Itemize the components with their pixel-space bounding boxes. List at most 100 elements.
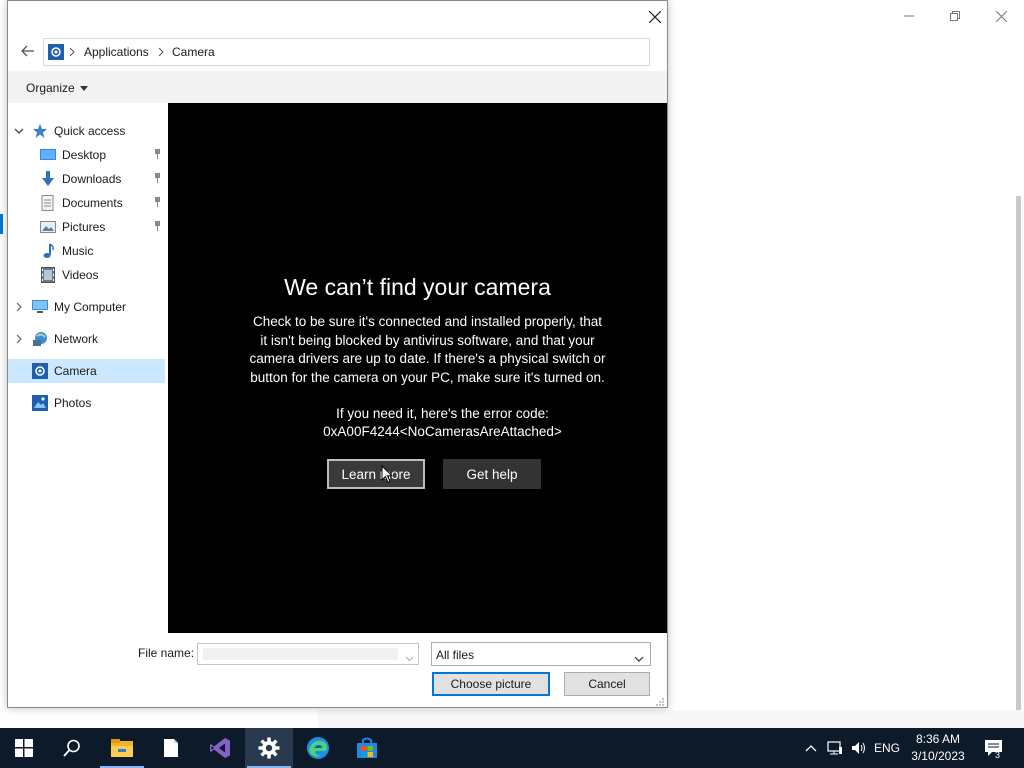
camera-app-icon: [48, 44, 64, 63]
notification-icon: [985, 740, 1002, 756]
close-icon: [649, 11, 661, 23]
search-button[interactable]: [48, 728, 96, 768]
camera-app-icon: [32, 363, 48, 379]
documents-icon: [40, 195, 56, 211]
desktop-icon: [40, 148, 56, 162]
organize-button[interactable]: Organize: [26, 81, 88, 95]
nav-network[interactable]: Network: [8, 327, 165, 351]
notepad-icon: [164, 739, 178, 757]
store-icon: [357, 737, 377, 758]
restore-button[interactable]: [932, 0, 978, 32]
edge-icon: [307, 737, 329, 759]
cancel-button[interactable]: Cancel: [564, 672, 650, 696]
videos-icon: [40, 267, 56, 283]
nav-item-documents[interactable]: Documents: [8, 191, 165, 215]
expand-chevron-icon[interactable]: [14, 302, 24, 312]
nav-item-videos[interactable]: Videos: [8, 263, 165, 287]
nav-item-pictures[interactable]: Pictures: [8, 215, 165, 239]
star-icon: [32, 124, 48, 138]
action-center-button[interactable]: 3: [980, 728, 1008, 768]
chevron-down-icon[interactable]: [405, 651, 414, 665]
visual-studio-icon: [210, 738, 230, 758]
nav-camera[interactable]: Camera: [8, 359, 165, 383]
computer-icon: [32, 300, 48, 314]
taskbar-store[interactable]: [343, 728, 391, 768]
search-icon: [63, 739, 80, 757]
dropdown-arrow-icon: [79, 85, 88, 91]
downloads-icon: [40, 171, 56, 186]
breadcrumb-chevron-icon: [69, 46, 75, 60]
volume-tray-button[interactable]: [848, 728, 870, 768]
navigation-pane: Quick access Desktop Downloads Documents: [8, 103, 168, 633]
start-button[interactable]: [0, 728, 48, 768]
start-icon: [15, 739, 33, 757]
address-bar[interactable]: Applications Camera: [43, 38, 650, 66]
file-explorer-icon: [111, 739, 133, 757]
error-code-intro: If you need it, here's the error code:: [336, 406, 549, 421]
show-hidden-icons-button[interactable]: [801, 728, 821, 768]
breadcrumb-chevron-icon: [158, 46, 164, 60]
minimize-icon: [904, 15, 914, 17]
music-icon: [40, 243, 56, 258]
pin-icon: [155, 221, 160, 231]
back-button[interactable]: [18, 41, 38, 61]
clock-time: 8:36 AM: [915, 732, 961, 746]
taskbar: ENG 8:36 AM 3/10/2023 3: [0, 728, 1024, 768]
close-button[interactable]: [978, 0, 1024, 32]
back-arrow-icon: [21, 45, 34, 57]
nav-my-computer[interactable]: My Computer: [8, 295, 165, 319]
nav-item-desktop[interactable]: Desktop: [8, 143, 165, 167]
nav-item-downloads[interactable]: Downloads: [8, 167, 165, 191]
chevron-down-icon: [634, 651, 644, 665]
nav-quick-access[interactable]: Quick access: [8, 119, 165, 143]
settings-window-bottom: [318, 710, 1024, 728]
breadcrumb-camera[interactable]: Camera: [172, 45, 215, 59]
taskbar-edge[interactable]: [294, 728, 342, 768]
file-type-select[interactable]: All files: [431, 642, 651, 666]
nav-label: Quick access: [54, 124, 126, 138]
resize-grip-icon[interactable]: [655, 697, 665, 707]
pictures-icon: [40, 220, 56, 234]
dialog-close-button[interactable]: [642, 5, 668, 29]
nav-photos[interactable]: Photos: [8, 391, 165, 415]
camera-preview-pane: We can’t find your camera Check to be su…: [168, 103, 667, 633]
input-language-button[interactable]: ENG: [872, 728, 902, 768]
expand-chevron-icon[interactable]: [14, 126, 24, 136]
organize-label: Organize: [26, 81, 75, 95]
command-bar: Organize: [8, 71, 667, 103]
file-name-combobox[interactable]: [197, 643, 419, 665]
clock[interactable]: 8:36 AM 3/10/2023: [900, 731, 976, 765]
taskbar-notepad[interactable]: [147, 728, 195, 768]
file-type-value: All files: [436, 648, 475, 662]
file-name-label: File name:: [138, 646, 195, 660]
taskbar-file-explorer[interactable]: [98, 728, 146, 768]
settings-scrollbar[interactable]: [1016, 196, 1021, 712]
mouse-cursor-icon: [381, 465, 393, 484]
taskbar-settings[interactable]: [245, 728, 293, 768]
network-tray-button[interactable]: [824, 728, 846, 768]
photos-app-icon: [32, 395, 48, 411]
minimize-button[interactable]: [886, 0, 932, 32]
file-open-dialog: Applications Camera Organize Quick acces…: [7, 0, 668, 708]
taskbar-visual-studio[interactable]: [196, 728, 244, 768]
choose-picture-button[interactable]: Choose picture: [432, 672, 550, 696]
file-name-input[interactable]: [203, 648, 398, 660]
notification-count-badge: 3: [995, 750, 1001, 760]
restore-icon: [950, 11, 960, 21]
nav-label: Downloads: [62, 172, 122, 186]
error-description: Check to be sure it's connected and inst…: [249, 314, 606, 385]
nav-label: Documents: [62, 196, 123, 210]
nav-item-music[interactable]: Music: [8, 239, 165, 263]
settings-selection-indicator: [0, 214, 3, 234]
close-icon: [995, 10, 1007, 22]
learn-more-button[interactable]: Learn more: [327, 459, 425, 489]
clock-date: 3/10/2023: [911, 749, 965, 763]
nav-label: My Computer: [54, 300, 127, 314]
nav-label: Desktop: [62, 148, 107, 162]
network-icon: [32, 332, 48, 346]
expand-chevron-icon[interactable]: [14, 334, 24, 344]
breadcrumb-applications[interactable]: Applications: [84, 45, 149, 59]
nav-label: Network: [54, 332, 99, 346]
nav-label: Music: [62, 244, 94, 258]
get-help-button[interactable]: Get help: [443, 459, 541, 489]
